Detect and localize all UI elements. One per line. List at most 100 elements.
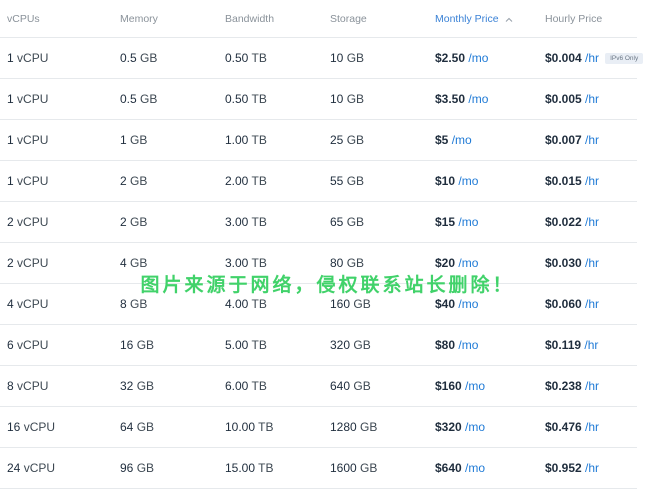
storage-cell: 10 GB bbox=[323, 78, 428, 120]
header-hourly-price[interactable]: Hourly Price bbox=[538, 0, 637, 38]
header-bandwidth-label: Bandwidth bbox=[225, 12, 275, 25]
chevron-up-icon[interactable] bbox=[505, 15, 513, 23]
bandwidth-cell-value: 0.50 bbox=[225, 92, 249, 106]
header-bandwidth[interactable]: Bandwidth bbox=[218, 0, 323, 38]
table-row[interactable]: 1 vCPU 0.5 GB 0.50 TB 10 GB $2.50 /mo $0.004 … bbox=[0, 37, 644, 79]
monthly-price-cell-unit: /mo bbox=[468, 92, 489, 106]
memory-cell: 8 GB bbox=[113, 283, 218, 325]
bandwidth-cell-value: 3.00 bbox=[225, 215, 249, 229]
memory-cell: 0.5 GB bbox=[113, 37, 218, 79]
vcpus-cell-value: 6 bbox=[7, 338, 14, 352]
bandwidth-cell-unit: TB bbox=[251, 297, 267, 311]
hourly-price-cell-unit: /hr bbox=[585, 174, 600, 188]
memory-cell-value: 16 bbox=[120, 338, 134, 352]
hourly-price-cell-unit: /hr bbox=[585, 420, 600, 434]
monthly-price-cell-unit: /mo bbox=[458, 174, 479, 188]
bandwidth-cell-unit: TB bbox=[251, 92, 267, 106]
header-monthly-price-label: Monthly Price bbox=[435, 12, 499, 25]
table-row[interactable]: 2 vCPU 4 GB 3.00 TB 80 GB $20 /mo $0.030 /hr bbox=[0, 242, 637, 284]
header-storage[interactable]: Storage bbox=[323, 0, 428, 38]
storage-cell: 1600 GB bbox=[323, 447, 428, 489]
vcpus-cell-unit: vCPU bbox=[17, 215, 49, 229]
memory-cell-value: 0.5 bbox=[120, 51, 137, 65]
bandwidth-cell: 0.50 TB bbox=[218, 78, 323, 120]
storage-cell-value: 1600 bbox=[330, 461, 357, 475]
hourly-price-cell: $0.007 /hr bbox=[538, 119, 637, 161]
bandwidth-cell-unit: TB bbox=[251, 133, 267, 147]
hourly-price-cell: $0.004 /hr IPv6 Only bbox=[538, 37, 644, 79]
bandwidth-cell-value: 3.00 bbox=[225, 256, 249, 270]
hourly-price-cell-value: $0.022 bbox=[545, 215, 582, 229]
vcpus-cell: 4 vCPU bbox=[0, 283, 113, 325]
monthly-price-cell-value: $320 bbox=[435, 420, 462, 434]
table-row[interactable]: 24 vCPU 96 GB 15.00 TB 1600 GB $640 /mo $0.95… bbox=[0, 447, 637, 489]
table-row[interactable]: 2 vCPU 2 GB 3.00 TB 65 GB $15 /mo $0.022 /hr bbox=[0, 201, 637, 243]
vcpus-cell-value: 8 bbox=[7, 379, 14, 393]
table-row[interactable]: 1 vCPU 2 GB 2.00 TB 55 GB $10 /mo $0.015 /hr bbox=[0, 160, 637, 202]
memory-cell-unit: GB bbox=[130, 215, 148, 229]
memory-cell: 0.5 GB bbox=[113, 78, 218, 120]
storage-cell: 10 GB bbox=[323, 37, 428, 79]
bandwidth-cell-value: 15.00 bbox=[225, 461, 256, 475]
header-monthly-price[interactable]: Monthly Price bbox=[428, 0, 538, 38]
hourly-price-cell: $0.015 /hr bbox=[538, 160, 637, 202]
bandwidth-cell-unit: TB bbox=[258, 420, 274, 434]
hourly-price-cell: $0.119 /hr bbox=[538, 324, 637, 366]
header-memory[interactable]: Memory bbox=[113, 0, 218, 38]
bandwidth-cell: 3.00 TB bbox=[218, 201, 323, 243]
bandwidth-cell-unit: TB bbox=[251, 51, 267, 65]
header-hourly-price-label: Hourly Price bbox=[545, 12, 603, 25]
vcpus-cell-unit: vCPU bbox=[23, 461, 56, 475]
monthly-price-cell-value: $160 bbox=[435, 379, 462, 393]
vcpus-cell: 1 vCPU bbox=[0, 119, 113, 161]
storage-cell-unit: GB bbox=[360, 420, 378, 434]
ipv6-only-badge: IPv6 Only bbox=[605, 53, 644, 65]
hourly-price-cell-unit: /hr bbox=[585, 379, 600, 393]
vcpus-cell: 1 vCPU bbox=[0, 78, 113, 120]
header-vcpus[interactable]: vCPUs bbox=[0, 0, 113, 38]
bandwidth-cell-unit: TB bbox=[251, 256, 267, 270]
table-row[interactable]: 6 vCPU 16 GB 5.00 TB 320 GB $80 /mo $0.119 /h… bbox=[0, 324, 637, 366]
storage-cell-unit: GB bbox=[346, 133, 365, 147]
vcpus-cell: 16 vCPU bbox=[0, 406, 113, 448]
table-row[interactable]: 4 vCPU 8 GB 4.00 TB 160 GB $40 /mo $0.060 /hr bbox=[0, 283, 637, 325]
memory-cell-value: 4 bbox=[120, 256, 127, 270]
memory-cell-unit: GB bbox=[136, 420, 155, 434]
storage-cell: 640 GB bbox=[323, 365, 428, 407]
monthly-price-cell: $10 /mo bbox=[428, 160, 538, 202]
monthly-price-cell-value: $40 bbox=[435, 297, 456, 311]
monthly-price-cell: $2.50 /mo bbox=[428, 37, 538, 79]
monthly-price-cell-unit: /mo bbox=[458, 256, 479, 270]
monthly-price-cell-unit: /mo bbox=[465, 461, 486, 475]
monthly-price-cell: $640 /mo bbox=[428, 447, 538, 489]
hourly-price-cell: $0.022 /hr bbox=[538, 201, 637, 243]
memory-cell-value: 64 bbox=[120, 420, 134, 434]
memory-cell: 4 GB bbox=[113, 242, 218, 284]
memory-cell: 96 GB bbox=[113, 447, 218, 489]
vcpus-cell: 2 vCPU bbox=[0, 242, 113, 284]
storage-cell-unit: GB bbox=[346, 92, 365, 106]
vcpus-cell: 1 vCPU bbox=[0, 160, 113, 202]
hourly-price-cell: $0.005 /hr bbox=[538, 78, 637, 120]
monthly-price-cell: $20 /mo bbox=[428, 242, 538, 284]
vcpus-cell-unit: vCPU bbox=[17, 256, 49, 270]
hourly-price-cell-unit: /hr bbox=[585, 133, 600, 147]
hourly-price-cell: $0.030 /hr bbox=[538, 242, 637, 284]
vcpus-cell-value: 2 bbox=[7, 215, 14, 229]
hourly-price-cell-value: $0.007 bbox=[545, 133, 582, 147]
table-row[interactable]: 16 vCPU 64 GB 10.00 TB 1280 GB $320 /mo $0.47… bbox=[0, 406, 637, 448]
hourly-price-cell-value: $0.005 bbox=[545, 92, 582, 106]
bandwidth-cell-value: 10.00 bbox=[225, 420, 256, 434]
storage-cell: 55 GB bbox=[323, 160, 428, 202]
table-row[interactable]: 1 vCPU 1 GB 1.00 TB 25 GB $5 /mo $0.007 /hr bbox=[0, 119, 637, 161]
table-row[interactable]: 8 vCPU 32 GB 6.00 TB 640 GB $160 /mo $0.238 /… bbox=[0, 365, 637, 407]
memory-cell-unit: GB bbox=[130, 133, 148, 147]
table-row[interactable]: 1 vCPU 0.5 GB 0.50 TB 10 GB $3.50 /mo $0.005 … bbox=[0, 78, 637, 120]
vcpus-cell-unit: vCPU bbox=[17, 379, 49, 393]
monthly-price-cell: $320 /mo bbox=[428, 406, 538, 448]
memory-cell-unit: GB bbox=[140, 51, 158, 65]
bandwidth-cell-value: 1.00 bbox=[225, 133, 249, 147]
monthly-price-cell-unit: /mo bbox=[458, 338, 479, 352]
storage-cell-unit: GB bbox=[346, 51, 365, 65]
memory-cell: 2 GB bbox=[113, 160, 218, 202]
